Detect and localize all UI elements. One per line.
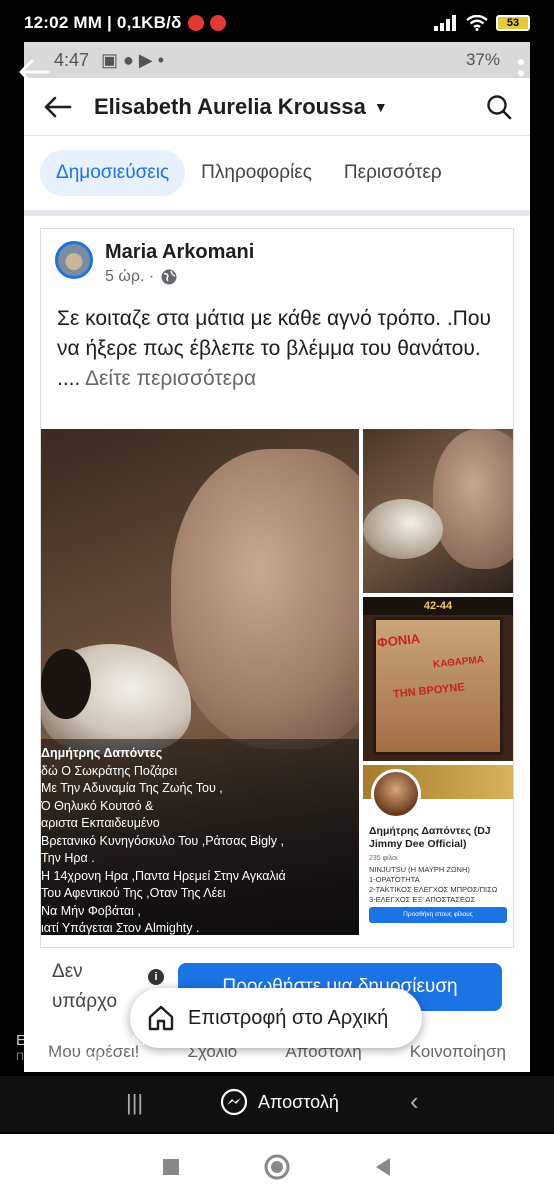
share-button[interactable]: Κοινοποίηση	[410, 1042, 506, 1062]
post-card: Maria Arkomani 5 ώρ. · Σε κοιταζε στα μά…	[40, 228, 514, 948]
system-status-bar: 12:02 ΜΜ | 0,1KB/δ 53	[0, 0, 554, 46]
messenger-send[interactable]: Αποστολή	[220, 1088, 339, 1116]
promote-note-line: υπάρχο	[52, 991, 118, 1012]
tab-about[interactable]: Πληροφορίες	[185, 150, 328, 196]
system-nav-bar	[0, 1134, 554, 1200]
viewer-bottom-bar: ||| Αποστολή ‹	[0, 1076, 554, 1132]
post-header: Maria Arkomani 5 ώρ. ·	[41, 229, 513, 286]
photo-bottom-right[interactable]: Δημήτρης Δαπόντες (DJ Jimmy Dee Official…	[363, 765, 513, 935]
search-icon[interactable]	[486, 94, 512, 120]
post-text: Σε κοιταζε στα μάτια με κάθε αγνό τρόπο.…	[41, 286, 513, 394]
photo-dog-ear	[41, 649, 91, 719]
info-icon[interactable]: i	[148, 969, 164, 985]
photo-dog-small	[363, 499, 443, 559]
return-home-label: Επιστροφή στο Αρχική	[188, 1006, 389, 1029]
caption-line: Βρετανικό Κυνηγόσκυλο Του ,Ράτσας Bigly …	[41, 833, 284, 848]
app-notification-icon	[209, 15, 226, 31]
caption-line: Ό Θηλυκό Κουτσό &	[41, 798, 154, 813]
profile-header: Elisabeth Aurelia Kroussa ▼	[24, 78, 530, 136]
globe-icon	[161, 269, 177, 285]
status-time: 12:02 ΜΜ | 0,1KB/δ	[24, 13, 182, 32]
inner-status-time: 4:47	[54, 49, 90, 70]
viewed-image: 4:47 ▣ ● ▶ • 37% Elisabeth Aurelia Krous…	[24, 42, 530, 1072]
caret-down-icon[interactable]: ▼	[374, 99, 388, 115]
caption-line: Να Μήν Φοβάται ,	[41, 903, 141, 918]
caption-line: αριστα Εκπαιδευμένο	[41, 816, 160, 830]
wifi-icon	[466, 15, 488, 31]
author-name[interactable]: Maria Arkomani	[105, 241, 254, 264]
signal-icon	[434, 15, 456, 31]
photo-top-right[interactable]	[363, 429, 513, 593]
post-time: 5 ώρ. ·	[105, 268, 155, 285]
author-block: Maria Arkomani 5 ώρ. ·	[105, 241, 254, 286]
caption-line: Δημήτρης Δαπόντες	[41, 746, 163, 760]
photo-grid[interactable]: Δημήτρης Δαπόντες δώ Ο Σωκράτης Ποζάρει …	[41, 429, 513, 935]
back-triangle-icon[interactable]	[374, 1157, 392, 1177]
profile-title[interactable]: Elisabeth Aurelia Kroussa	[94, 94, 366, 120]
photo-main[interactable]: Δημήτρης Δαπόντες δώ Ο Σωκράτης Ποζάρει …	[41, 429, 359, 935]
home-icon	[148, 1005, 174, 1031]
photo-caption: Δημήτρης Δαπόντες δώ Ο Σωκράτης Ποζάρει …	[41, 739, 359, 935]
story-owner-name: Elisabeth Aurelia Kroussa	[16, 1032, 187, 1049]
messenger-icon	[220, 1088, 248, 1116]
caption-line: Του Αφεντικού Της ,Οταν Της Λέει	[41, 886, 226, 900]
profile-card-avatar	[371, 769, 421, 819]
vodafone-icon	[187, 15, 204, 31]
status-indicators: 53	[434, 15, 530, 31]
photo-middle-right[interactable]: 42-44 ΦΟΝΙΑ ΤΗΝ ΒΡΟΥΝΕ ΚΑΘΑΡΜΑ	[363, 597, 513, 761]
messenger-send-label: Αποστολή	[258, 1091, 339, 1112]
door-sign: 42-44	[363, 597, 513, 615]
post-meta: 5 ώρ. ·	[105, 268, 254, 286]
author-avatar[interactable]	[55, 241, 93, 279]
profile-card-info-line: NINJUTSU (Η ΜΑΥΡΗ ΖΩΝΗ)	[369, 865, 470, 874]
story-owner: Elisabeth Aurelia Kroussa ΠΡΙΝ ΑΠΟ 7 ΩΡΕ…	[16, 1032, 187, 1063]
tab-more[interactable]: Περισσότερ	[328, 150, 458, 196]
promote-note-line: Δεν	[52, 961, 83, 982]
inner-status-icons: ▣ ● ▶ •	[101, 49, 165, 70]
profile-card-info-line: 2-ΤΑΚΤΙΚΟΣ ΕΛΕΓΧΟΣ ΜΠΡΟΣ/ΠΙΣΩ	[369, 885, 498, 894]
see-more-link[interactable]: Δείτε περισσότερα	[85, 367, 256, 390]
viewer-menu-icon[interactable]	[516, 58, 526, 88]
caption-line: Η 14χρονη Ηρα ,Παντα Ηρεμεί Στην Αγκαλιά	[41, 868, 286, 883]
screen: 12:02 ΜΜ | 0,1KB/δ 53 4:47 ▣ ● ▶ • 37% E…	[0, 0, 554, 1200]
inner-status-bar: 4:47 ▣ ● ▶ • 37%	[24, 42, 530, 78]
battery-icon: 53	[496, 15, 530, 31]
promote-note: Δεν υπάρχο	[52, 957, 142, 1017]
recents-icon: |||	[126, 1090, 144, 1115]
photo-man-face-small	[433, 429, 513, 569]
story-owner-time: ΠΡΙΝ ΑΠΟ 7 ΩΡΕΣ	[16, 1051, 111, 1063]
inner-battery-percent: 37%	[465, 50, 500, 69]
profile-card-info: NINJUTSU (Η ΜΑΥΡΗ ΖΩΝΗ) 1-ΟΡΑΤΟΤΗΤΑ 2-ΤΑ…	[369, 865, 497, 905]
home-circle-icon[interactable]	[263, 1153, 291, 1181]
profile-card-info-line: 1-ΟΡΑΤΟΤΗΤΑ	[369, 875, 420, 884]
profile-card-friends: 235 φίλοι	[369, 855, 398, 862]
profile-card-add-button: Προσθήκη στους φίλους	[369, 907, 507, 923]
viewer-back-icon[interactable]	[18, 58, 50, 86]
photo-man-face	[171, 449, 359, 749]
caption-line: Με Την Αδυναμία Της Ζωής Του ,	[41, 781, 223, 795]
back-arrow-icon[interactable]	[42, 95, 72, 119]
caption-line: ιατί Υπάγεται Στον Almighty .	[41, 921, 200, 935]
recents-square-icon[interactable]	[162, 1158, 180, 1176]
caption-line: Την Ηρα .	[41, 851, 95, 865]
profile-tabs: Δημοσιεύσεις Πληροφορίες Περισσότερ	[24, 136, 530, 216]
chevron-left-icon: ‹	[410, 1086, 419, 1116]
profile-card-info-line: 3-ΕΛΕΓΧΟΣ ΕΞ' ΑΠΟΣΤΑΣΕΩΣ	[369, 895, 476, 904]
tab-posts[interactable]: Δημοσιεύσεις	[40, 150, 186, 196]
caption-line: δώ Ο Σωκράτης Ποζάρει	[41, 763, 178, 778]
profile-card-name: Δημήτρης Δαπόντες (DJ Jimmy Dee Official…	[369, 825, 491, 850]
